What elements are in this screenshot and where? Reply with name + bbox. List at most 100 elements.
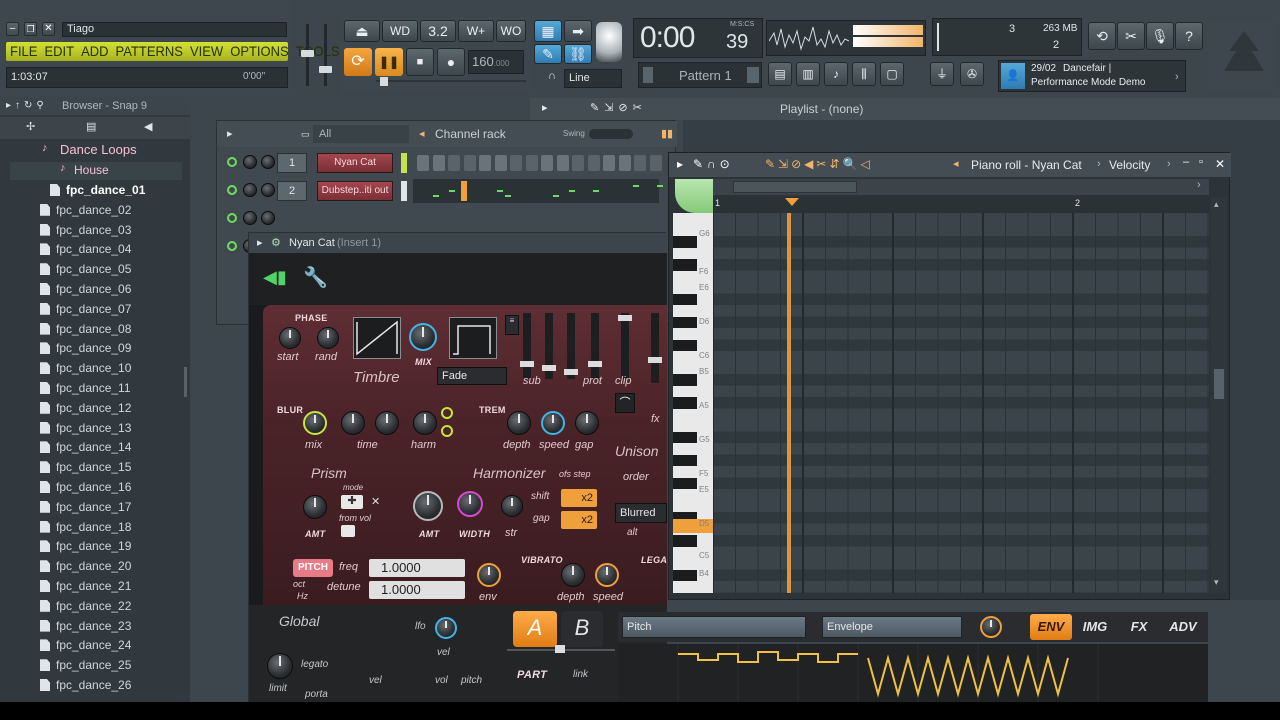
scroll-down-icon[interactable]: ▾: [1214, 577, 1219, 588]
from-vol-toggle[interactable]: [341, 525, 355, 537]
browser-file-item[interactable]: fpc_dance_06: [40, 282, 131, 296]
trem-speed-knob[interactable]: [541, 411, 565, 435]
black-key[interactable]: [673, 236, 697, 248]
browser-file-icon[interactable]: ▤: [86, 120, 96, 133]
harmonizer-width-knob[interactable]: [457, 491, 483, 517]
browser-file-item[interactable]: fpc_dance_24: [40, 638, 131, 652]
cpu-icon[interactable]: ✂: [1117, 22, 1145, 50]
black-key[interactable]: [673, 397, 697, 409]
pitch-button[interactable]: PITCH: [293, 559, 333, 577]
black-key[interactable]: [673, 339, 697, 351]
browser-expand-icon[interactable]: ✢: [26, 120, 35, 133]
channel-vol-knob[interactable]: [261, 155, 275, 169]
step-button[interactable]: [587, 155, 600, 171]
browser-file-item[interactable]: fpc_dance_03: [40, 223, 131, 237]
scroll-right-icon[interactable]: ›: [1197, 179, 1201, 191]
browser-file-item[interactable]: fpc_dance_19: [40, 539, 131, 553]
browser-file-item[interactable]: fpc_dance_14: [40, 440, 131, 454]
detune-field[interactable]: 1.0000: [369, 581, 465, 599]
menu-item-view[interactable]: VIEW: [190, 43, 223, 62]
play-pause-button[interactable]: ❚❚: [375, 48, 403, 76]
black-key[interactable]: [673, 592, 697, 593]
channel-pan-knob[interactable]: [243, 155, 257, 169]
step-button[interactable]: [649, 155, 662, 171]
plugin-icon[interactable]: ⏚: [930, 62, 954, 86]
step-button[interactable]: [572, 155, 584, 171]
step-button[interactable]: [556, 155, 569, 171]
playlist-window-icon[interactable]: ▤: [768, 62, 792, 86]
part-slider[interactable]: [507, 645, 615, 659]
piano-roll-target[interactable]: Velocity: [1109, 158, 1150, 172]
step-edit-arrow-button[interactable]: ➡: [564, 20, 592, 42]
envelope-type-select[interactable]: Envelope: [822, 616, 962, 638]
menu-item-options[interactable]: OPTIONS: [230, 43, 289, 62]
envelope-tab-adv[interactable]: ADV: [1162, 614, 1204, 640]
pattern-song-toggle[interactable]: ⟳: [344, 48, 372, 76]
step-button[interactable]: [634, 155, 646, 171]
browser-file-item[interactable]: fpc_dance_25: [40, 658, 131, 672]
black-key[interactable]: [673, 293, 697, 305]
waveform-menu-button[interactable]: ≡: [505, 315, 519, 335]
part-b-button[interactable]: B: [561, 611, 603, 647]
sub-slider[interactable]: [520, 313, 534, 379]
piano-keys[interactable]: G6 F6 E6 D6 C6 B5 A5 G5 F5 E5 D5 C5 B4: [673, 213, 713, 593]
piano-roll-grid[interactable]: [713, 213, 1209, 593]
piano-roll-minimize-button[interactable]: –: [1183, 156, 1189, 168]
piano-roll-tools-icon[interactable]: ✎⇲⊘◀✂⇵🔍◁: [765, 157, 873, 171]
scroll-up-icon[interactable]: ▴: [1214, 199, 1219, 210]
browser-file-item[interactable]: fpc_dance_23: [40, 619, 131, 633]
black-key[interactable]: [673, 431, 697, 443]
browser-file-item[interactable]: fpc_dance_13: [40, 421, 131, 435]
freq-field[interactable]: 1.0000: [369, 559, 465, 577]
channel-mute-led[interactable]: [227, 213, 237, 223]
browser-file-item[interactable]: fpc_dance_21: [40, 579, 131, 593]
plugin-settings-icon[interactable]: ◀▮: [263, 267, 287, 288]
master-pitch-slider[interactable]: [376, 77, 526, 90]
browser-window-icon[interactable]: ▢: [880, 62, 904, 86]
step-edit-button[interactable]: 3.2: [420, 20, 456, 42]
step-button[interactable]: [618, 155, 631, 171]
browser-file-item[interactable]: fpc_dance_08: [40, 322, 131, 336]
clip-slider[interactable]: [618, 313, 632, 379]
browser-file-item[interactable]: fpc_dance_17: [40, 500, 131, 514]
phase-rand-knob[interactable]: [317, 327, 339, 349]
tool-brush-button[interactable]: ✎: [534, 44, 562, 64]
help-icon[interactable]: ?: [1175, 22, 1203, 50]
pitch-env-knob[interactable]: [477, 563, 501, 587]
envelope-target-select[interactable]: Pitch: [622, 616, 806, 638]
piano-roll-tools-left-icon[interactable]: ✎∩⊙: [693, 157, 734, 171]
loop-record-button[interactable]: WO: [496, 20, 526, 42]
browser-nav-icons[interactable]: ▸↑↻⚲: [6, 100, 48, 111]
browser-file-item[interactable]: fpc_dance_01: [50, 183, 145, 197]
harm-toggle-1[interactable]: [441, 407, 453, 419]
blend-notes-button[interactable]: W+: [458, 20, 494, 42]
step-button[interactable]: [417, 155, 429, 171]
step-button[interactable]: [510, 155, 522, 171]
sub-slider-2[interactable]: [542, 313, 556, 379]
channel-pan-knob[interactable]: [243, 183, 257, 197]
piano-roll-vscroll[interactable]: ▴ ▾: [1211, 197, 1227, 593]
black-key[interactable]: [673, 454, 697, 466]
channel-rack-arrow-icon[interactable]: ▸: [227, 127, 233, 140]
browser-file-item[interactable]: fpc_dance_02: [40, 203, 131, 217]
piano-roll-close-button[interactable]: ✕: [1215, 157, 1225, 171]
browser-file-item[interactable]: fpc_dance_18: [40, 520, 131, 534]
step-button[interactable]: [603, 155, 615, 171]
fade-select[interactable]: Fade: [437, 367, 507, 385]
browser-file-item[interactable]: fpc_dance_20: [40, 559, 131, 573]
black-key[interactable]: [673, 374, 697, 386]
channel-name-button[interactable]: Dubstep..iti out: [317, 181, 393, 201]
envelope-tab-img[interactable]: IMG: [1074, 614, 1116, 640]
piano-roll-arrow-icon[interactable]: ▸: [677, 157, 683, 171]
browser-file-item[interactable]: fpc_dance_16: [40, 480, 131, 494]
step-button[interactable]: [541, 155, 553, 171]
typing-keyboard-button[interactable]: ▦: [534, 20, 562, 42]
prism-mode-x-icon[interactable]: ✕: [371, 495, 380, 508]
channel-vol-knob[interactable]: [261, 183, 275, 197]
menu-item-edit[interactable]: EDIT: [44, 43, 74, 62]
black-key[interactable]: [673, 477, 697, 489]
channel-row[interactable]: 2 Dubstep..iti out: [217, 179, 677, 203]
tool-link-button[interactable]: ⛓: [564, 44, 592, 64]
phase-start-knob[interactable]: [279, 327, 301, 349]
channel-mute-led[interactable]: [227, 185, 237, 195]
